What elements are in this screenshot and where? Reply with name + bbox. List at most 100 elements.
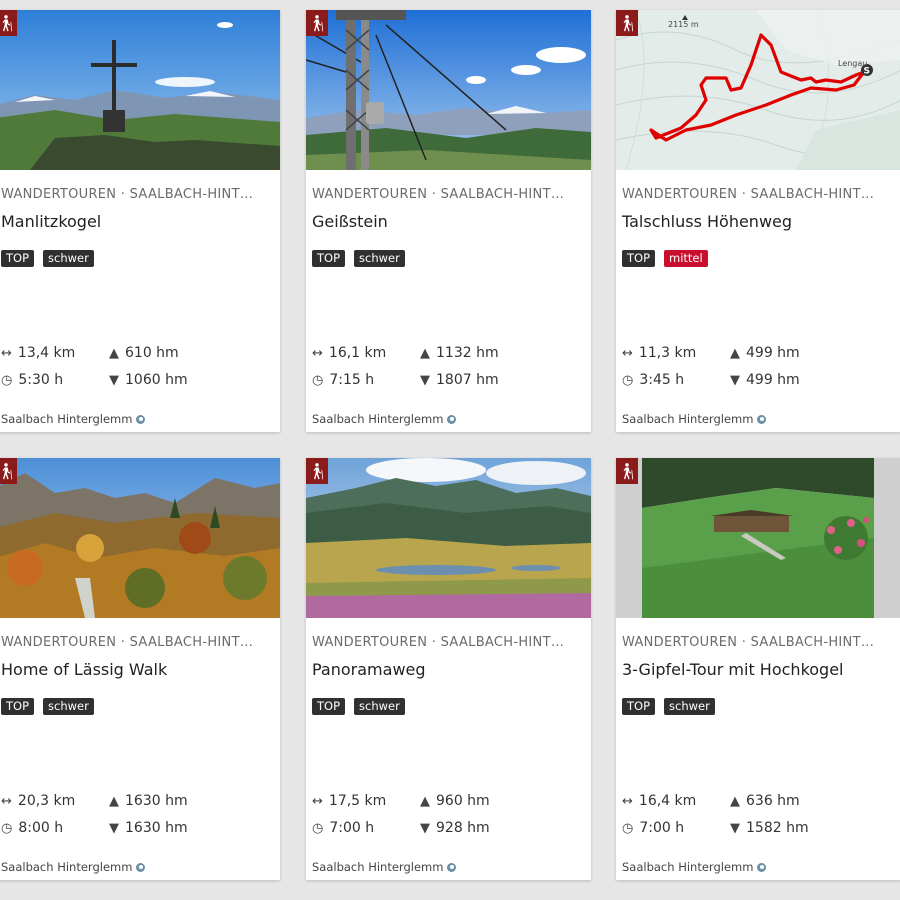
clock-icon: ◷ <box>1 820 13 836</box>
tour-category: WANDERTOUREN · SAALBACH-HINT… <box>312 187 565 202</box>
tour-tags: TOP schwer <box>1 698 94 715</box>
stat-ascent: ▲ 636 hm <box>730 793 800 809</box>
stat-duration: ◷ 7:00 h <box>622 820 685 836</box>
tour-category: WANDERTOUREN · SAALBACH-HINT… <box>312 635 565 650</box>
tag-difficulty: schwer <box>664 698 715 715</box>
triangle-up-icon: ▲ <box>420 345 430 361</box>
tag-top: TOP <box>312 250 346 267</box>
stat-distance: ↔ 17,5 km <box>312 793 387 809</box>
tour-region: Saalbach Hinterglemm <box>312 860 457 874</box>
tag-top: TOP <box>1 698 35 715</box>
triangle-down-icon: ▼ <box>420 372 430 388</box>
stat-descent: ▼ 928 hm <box>420 820 490 836</box>
svg-text:S: S <box>864 67 870 77</box>
stat-duration: ◷ 8:00 h <box>1 820 64 836</box>
hiker-icon <box>306 458 328 484</box>
stat-descent: ▼ 499 hm <box>730 372 800 388</box>
clock-icon: ◷ <box>312 820 324 836</box>
tour-card[interactable]: S 2115 m Lengau WANDERTOUREN · SAALBACH-… <box>616 10 900 432</box>
stat-distance: ↔ 20,3 km <box>1 793 76 809</box>
hiker-icon <box>306 10 328 36</box>
tag-top: TOP <box>312 698 346 715</box>
tour-tags: TOP mittel <box>622 250 708 267</box>
stat-ascent: ▲ 499 hm <box>730 345 800 361</box>
stat-duration: ◷ 3:45 h <box>622 372 685 388</box>
stat-duration: ◷ 5:30 h <box>1 372 64 388</box>
map-summit-label: 2115 m <box>668 20 699 29</box>
tour-photo <box>0 10 280 170</box>
triangle-up-icon: ▲ <box>730 345 740 361</box>
stat-duration: ◷ 7:15 h <box>312 372 375 388</box>
tour-title[interactable]: Geißstein <box>312 212 584 231</box>
tour-route-map: S 2115 m Lengau <box>616 10 900 170</box>
triangle-down-icon: ▼ <box>420 820 430 836</box>
distance-arrow-icon: ↔ <box>622 793 633 809</box>
tour-photo <box>306 10 591 170</box>
tag-difficulty: schwer <box>43 250 94 267</box>
tour-card[interactable]: WANDERTOUREN · SAALBACH-HINT… Manlitzkog… <box>0 10 280 432</box>
stat-descent: ▼ 1630 hm <box>109 820 188 836</box>
clock-icon: ◷ <box>312 372 324 388</box>
tour-photo <box>0 458 280 618</box>
tour-region: Saalbach Hinterglemm <box>622 412 767 426</box>
tour-tags: TOP schwer <box>312 698 405 715</box>
tour-region: Saalbach Hinterglemm <box>1 860 146 874</box>
tour-title[interactable]: Manlitzkogel <box>1 212 273 231</box>
triangle-up-icon: ▲ <box>420 793 430 809</box>
clock-icon: ◷ <box>622 820 634 836</box>
distance-arrow-icon: ↔ <box>622 345 633 361</box>
tour-card[interactable]: WANDERTOUREN · SAALBACH-HINT… 3-Gipfel-T… <box>616 458 900 880</box>
tour-region: Saalbach Hinterglemm <box>1 412 146 426</box>
map-place-label: Lengau <box>838 59 867 68</box>
tour-card[interactable]: WANDERTOUREN · SAALBACH-HINT… Home of Lä… <box>0 458 280 880</box>
verified-icon <box>447 862 457 872</box>
tour-card[interactable]: WANDERTOUREN · SAALBACH-HINT… Geißstein … <box>306 10 591 432</box>
tour-card[interactable]: WANDERTOUREN · SAALBACH-HINT… Panoramawe… <box>306 458 591 880</box>
tour-category: WANDERTOUREN · SAALBACH-HINT… <box>1 187 254 202</box>
triangle-down-icon: ▼ <box>109 372 119 388</box>
clock-icon: ◷ <box>1 372 13 388</box>
tag-top: TOP <box>1 250 35 267</box>
tag-difficulty: mittel <box>664 250 708 267</box>
tour-region: Saalbach Hinterglemm <box>312 412 457 426</box>
stat-distance: ↔ 13,4 km <box>1 345 76 361</box>
tour-region: Saalbach Hinterglemm <box>622 860 767 874</box>
verified-icon <box>757 414 767 424</box>
stat-descent: ▼ 1807 hm <box>420 372 499 388</box>
tour-title[interactable]: Home of Lässig Walk <box>1 660 273 679</box>
tour-tags: TOP schwer <box>312 250 405 267</box>
stat-distance: ↔ 16,4 km <box>622 793 697 809</box>
tour-category: WANDERTOUREN · SAALBACH-HINT… <box>622 187 875 202</box>
stat-distance: ↔ 11,3 km <box>622 345 697 361</box>
tour-photo <box>616 458 900 618</box>
distance-arrow-icon: ↔ <box>312 345 323 361</box>
stat-ascent: ▲ 610 hm <box>109 345 179 361</box>
distance-arrow-icon: ↔ <box>312 793 323 809</box>
hiker-icon <box>616 458 638 484</box>
triangle-up-icon: ▲ <box>109 793 119 809</box>
tour-title[interactable]: Talschluss Höhenweg <box>622 212 894 231</box>
tour-tags: TOP schwer <box>1 250 94 267</box>
stat-descent: ▼ 1060 hm <box>109 372 188 388</box>
tour-tags: TOP schwer <box>622 698 715 715</box>
stat-ascent: ▲ 1132 hm <box>420 345 499 361</box>
tag-difficulty: schwer <box>354 250 405 267</box>
triangle-up-icon: ▲ <box>730 793 740 809</box>
tag-difficulty: schwer <box>43 698 94 715</box>
stat-ascent: ▲ 1630 hm <box>109 793 188 809</box>
stat-ascent: ▲ 960 hm <box>420 793 490 809</box>
tour-photo <box>306 458 591 618</box>
tour-category: WANDERTOUREN · SAALBACH-HINT… <box>1 635 254 650</box>
hiker-icon <box>0 10 17 36</box>
hiker-icon <box>616 10 638 36</box>
tag-difficulty: schwer <box>354 698 405 715</box>
triangle-down-icon: ▼ <box>109 820 119 836</box>
distance-arrow-icon: ↔ <box>1 793 12 809</box>
tour-title[interactable]: Panoramaweg <box>312 660 584 679</box>
distance-arrow-icon: ↔ <box>1 345 12 361</box>
triangle-down-icon: ▼ <box>730 372 740 388</box>
stat-distance: ↔ 16,1 km <box>312 345 387 361</box>
triangle-down-icon: ▼ <box>730 820 740 836</box>
tag-top: TOP <box>622 698 656 715</box>
tour-title[interactable]: 3-Gipfel-Tour mit Hochkogel <box>622 660 894 679</box>
